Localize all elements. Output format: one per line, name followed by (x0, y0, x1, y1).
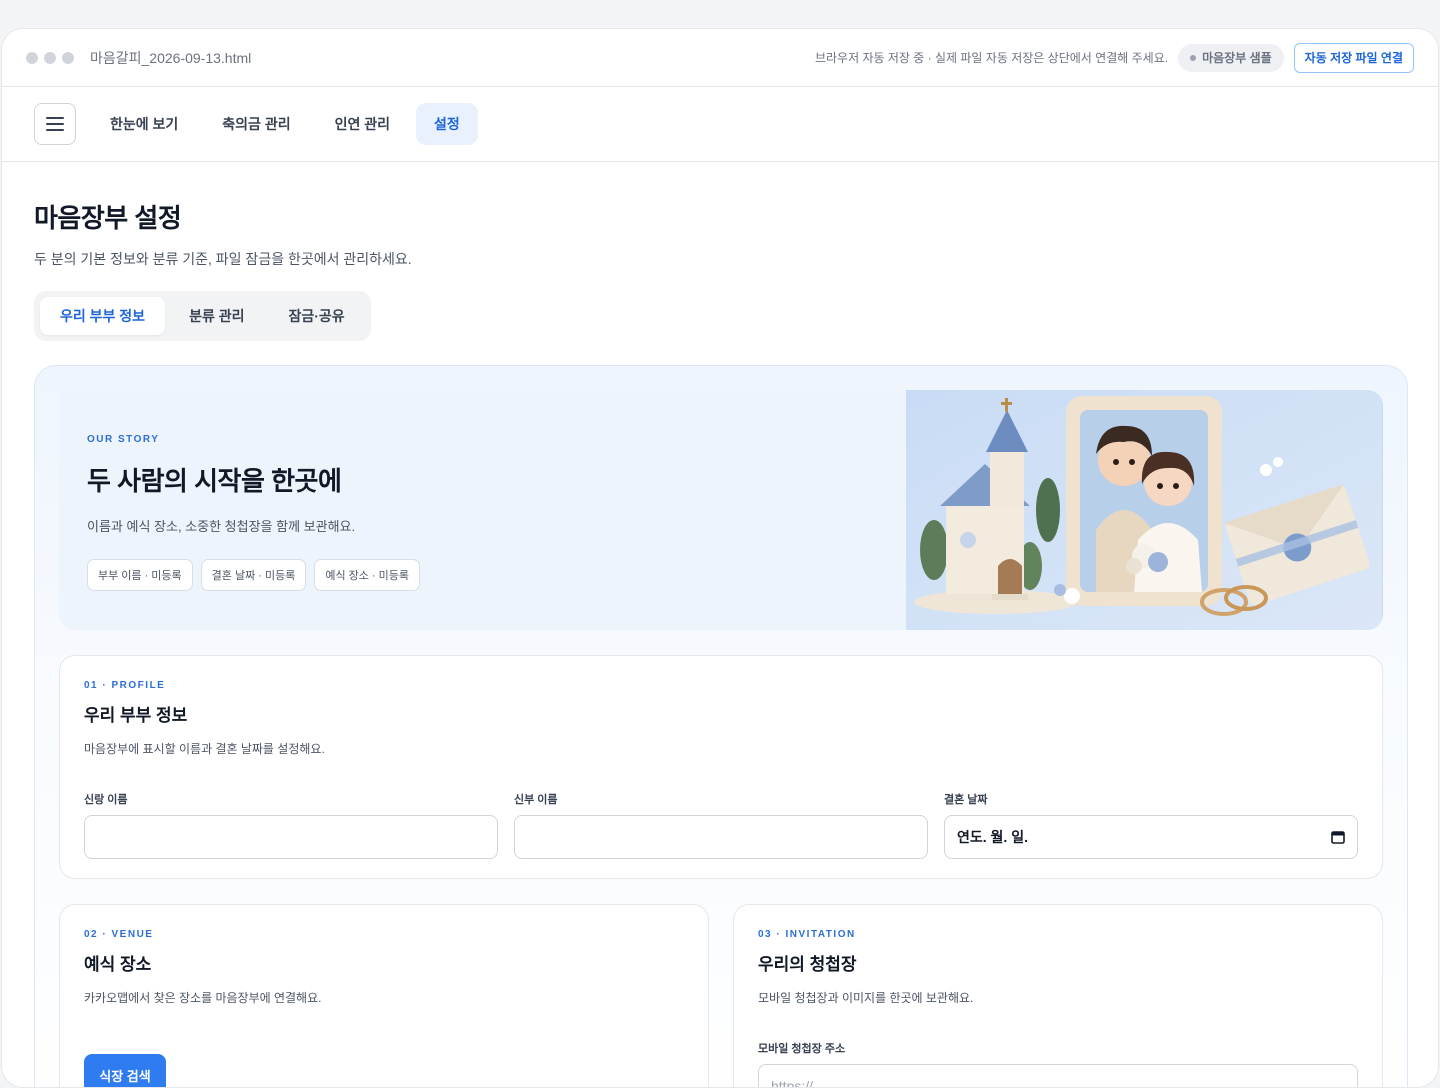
connect-autosave-file-button[interactable]: 자동 저장 파일 연결 (1293, 42, 1414, 73)
bride-name-field: 신부 이름 (514, 791, 928, 859)
nav-tab-contacts[interactable]: 인연 관리 (317, 103, 408, 145)
invitation-url-label: 모바일 청첩장 주소 (758, 1043, 846, 1055)
chip-venue: 예식 장소 · 미등록 (314, 559, 421, 591)
hamburger-menu-button[interactable] (34, 103, 76, 145)
invitation-title: 우리의 청첩장 (758, 955, 857, 974)
settings-subtabs: 우리 부부 정보 분류 관리 잠금·공유 (34, 291, 371, 341)
bride-name-label: 신부 이름 (514, 794, 558, 806)
main-content: 마음장부 설정 두 분의 기본 정보와 분류 기준, 파일 잠금을 한곳에서 관… (2, 198, 1438, 1087)
file-name: 마음갈피_2026-09-13.html (90, 49, 252, 66)
page-title: 마음장부 설정 (34, 203, 182, 233)
wedding-date-field: 결혼 날짜 연도. 월. 일. (944, 791, 1358, 859)
invitation-eyebrow: 03 · INVITATION (758, 929, 856, 940)
venue-title: 예식 장소 (84, 955, 152, 974)
invitation-url-input[interactable]: https:// (758, 1064, 1358, 1087)
invitation-description: 모바일 청첩장과 이미지를 한곳에 보관해요. (758, 991, 974, 1005)
window-dot-close[interactable] (26, 51, 38, 64)
groom-name-label: 신랑 이름 (84, 794, 128, 806)
hero-eyebrow: OUR STORY (87, 434, 160, 445)
venue-description: 카카오맵에서 찾은 장소를 마음장부에 연결해요. (84, 991, 322, 1005)
bride-name-input[interactable] (514, 815, 928, 859)
venue-search-button[interactable]: 식장 검색 (84, 1054, 166, 1087)
wedding-illustration (906, 390, 1383, 630)
nav-tab-overview[interactable]: 한눈에 보기 (92, 103, 196, 145)
venue-eyebrow: 02 · VENUE (84, 929, 154, 940)
status-chips: 부부 이름 · 미등록 결혼 날짜 · 미등록 예식 장소 · 미등록 (87, 559, 878, 591)
invitation-card: 03 · INVITATION 우리의 청첩장 모바일 청첩장과 이미지를 한곳… (733, 904, 1383, 1087)
groom-name-field: 신랑 이름 (84, 791, 498, 859)
calendar-icon[interactable] (1331, 830, 1345, 844)
subtab-lock-share[interactable]: 잠금·공유 (268, 297, 364, 335)
profile-card: 01 · PROFILE 우리 부부 정보 마음장부에 표시할 이름과 결혼 날… (59, 655, 1383, 879)
page-description: 두 분의 기본 정보와 분류 기준, 파일 잠금을 한곳에서 관리하세요. (34, 251, 412, 267)
profile-eyebrow: 01 · PROFILE (84, 680, 166, 691)
wedding-date-label: 결혼 날짜 (944, 794, 988, 806)
chip-couple-names: 부부 이름 · 미등록 (87, 559, 193, 591)
sample-badge-label: 마음장부 샘플 (1202, 51, 1272, 65)
profile-description: 마음장부에 표시할 이름과 결혼 날짜를 설정해요. (84, 742, 325, 756)
autosave-note: 브라우저 자동 저장 중 · 실제 파일 자동 저장은 상단에서 연결해 주세요… (814, 51, 1169, 65)
hero-description: 이름과 예식 장소, 소중한 청첩장을 함께 보관해요. (87, 519, 356, 534)
settings-panel: OUR STORY 두 사람의 시작을 한곳에 이름과 예식 장소, 소중한 청… (34, 365, 1408, 1087)
hero-banner: OUR STORY 두 사람의 시작을 한곳에 이름과 예식 장소, 소중한 청… (59, 390, 1383, 630)
window-controls (26, 51, 74, 64)
nav-tab-gift-money[interactable]: 축의금 관리 (204, 103, 308, 145)
status-dot-icon (1190, 54, 1197, 61)
venue-card: 02 · VENUE 예식 장소 카카오맵에서 찾은 장소를 마음장부에 연결해… (59, 904, 709, 1087)
sample-badge: 마음장부 샘플 (1178, 43, 1284, 72)
app-window: 마음갈피_2026-09-13.html 브라우저 자동 저장 중 · 실제 파… (1, 28, 1439, 1088)
wedding-date-value: 연도. 월. 일. (957, 829, 1028, 845)
title-bar: 마음갈피_2026-09-13.html 브라우저 자동 저장 중 · 실제 파… (2, 29, 1438, 87)
groom-name-input[interactable] (84, 815, 498, 859)
subtab-couple-info[interactable]: 우리 부부 정보 (40, 297, 166, 335)
chip-wedding-date: 결혼 날짜 · 미등록 (200, 559, 307, 591)
hamburger-icon (46, 117, 64, 131)
subtab-categories[interactable]: 분류 관리 (169, 297, 264, 335)
hero-title: 두 사람의 시작을 한곳에 (87, 466, 342, 496)
wedding-date-input[interactable]: 연도. 월. 일. (944, 815, 1358, 859)
top-nav: 한눈에 보기 축의금 관리 인연 관리 설정 (2, 87, 1438, 162)
window-dot-minimize[interactable] (44, 51, 56, 64)
wedding-illustration-art (906, 390, 1382, 630)
nav-tab-settings[interactable]: 설정 (416, 103, 478, 145)
window-dot-maximize[interactable] (62, 51, 74, 64)
profile-title: 우리 부부 정보 (84, 706, 188, 725)
